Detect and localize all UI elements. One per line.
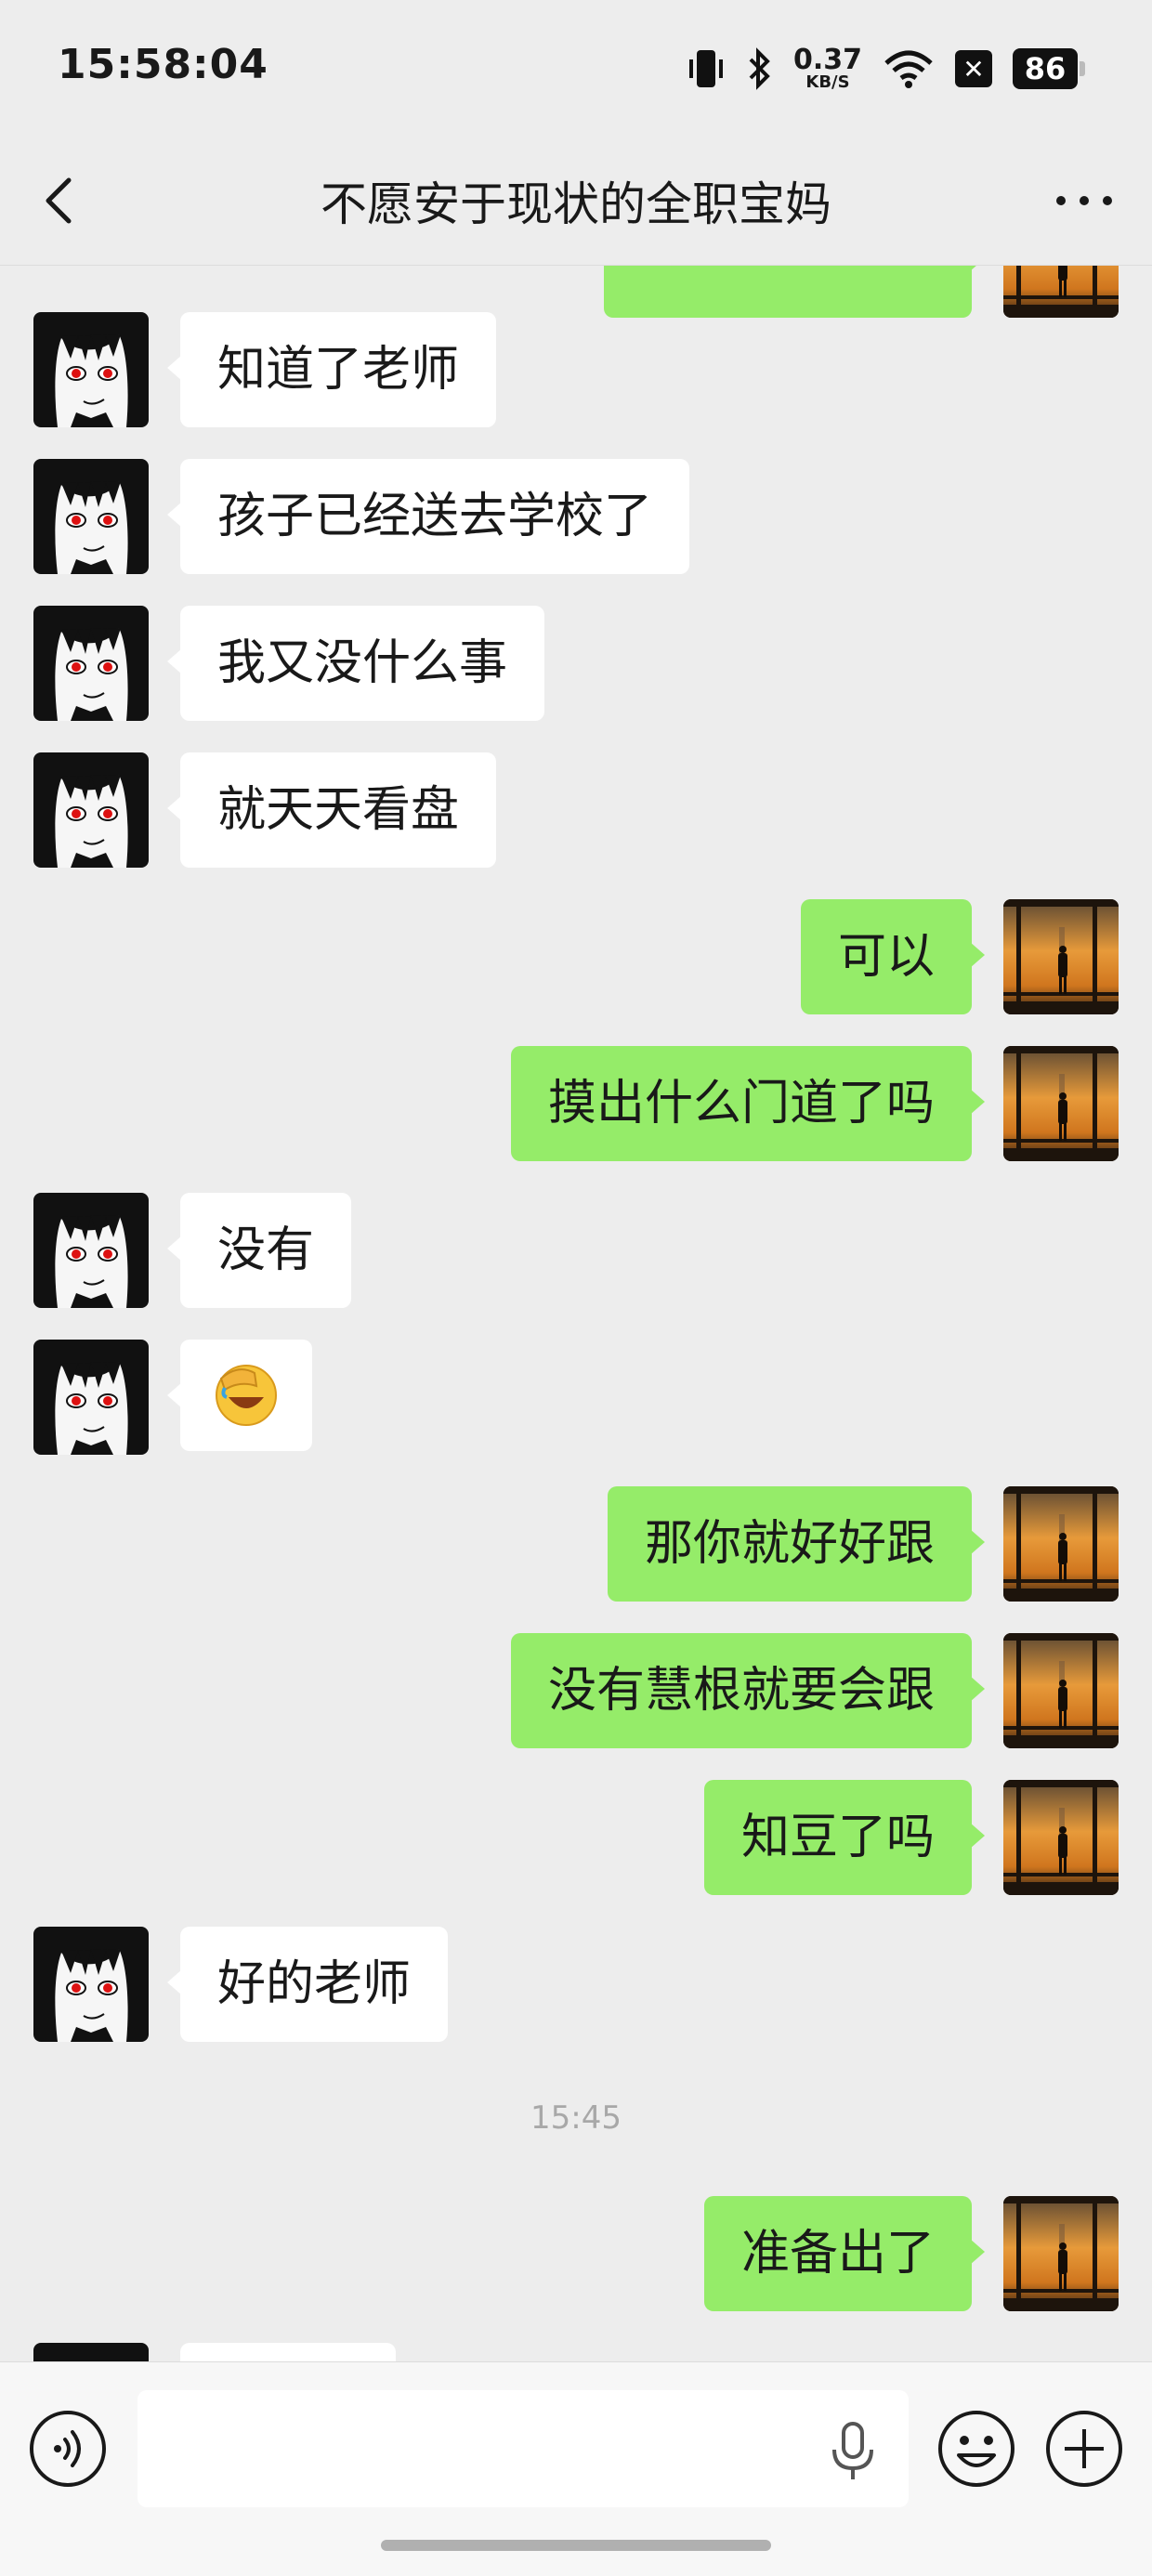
message-input[interactable] — [137, 2390, 909, 2507]
facepalm-emoji-icon — [216, 1365, 277, 1426]
more-dots-icon[interactable] — [1052, 173, 1117, 229]
plus-icon[interactable] — [1044, 2409, 1124, 2489]
contact-avatar[interactable] — [33, 312, 149, 427]
mic-icon[interactable] — [827, 2418, 879, 2483]
contact-avatar[interactable] — [33, 1193, 149, 1308]
message-row: 那你就好好跟 — [0, 1486, 1152, 1602]
message-row: 就天天看盘 — [0, 752, 1152, 868]
network-speed: 0.37 KB/S — [792, 44, 862, 92]
own-avatar[interactable] — [1003, 1486, 1119, 1602]
message-row: 孩子已经送去学校了 — [0, 459, 1152, 574]
message-row: 好的老师 — [0, 1927, 1152, 2042]
own-avatar[interactable] — [1003, 2196, 1119, 2311]
message-bubble[interactable]: 那你就好好跟 — [607, 1486, 986, 1602]
chat-header: 不愿安于现状的全职宝妈 — [0, 139, 1152, 266]
message-row-partial — [0, 266, 1152, 318]
message-row: 没有慧根就要会跟 — [0, 1633, 1152, 1748]
message-bubble[interactable]: 就天天看盘 — [166, 752, 497, 868]
contact-avatar[interactable] — [33, 1340, 149, 1455]
message-bubble[interactable]: 孩子已经送去学校了 — [166, 459, 690, 574]
message-row: 知道了老师 — [0, 312, 1152, 427]
message-bubble[interactable]: 知豆了吗 — [703, 1780, 986, 1895]
contact-avatar[interactable] — [33, 459, 149, 574]
message-bubble[interactable]: 摸出什么门道了吗 — [510, 1046, 986, 1161]
message-bubble[interactable]: 好的老师 — [166, 1927, 449, 2042]
message-row: 准备出了 — [0, 2196, 1152, 2311]
x-app-icon: ✕ — [955, 50, 992, 87]
chat-message-list[interactable]: 知道了老师 孩子已经送去学校了 我又没什么事 就天天看盘 可以 摸出什么门道了吗… — [0, 266, 1152, 2361]
message-bubble[interactable]: 准备出了 — [703, 2196, 986, 2311]
message-timestamp: 15:45 — [530, 2099, 622, 2137]
message-row: 没有 — [0, 1193, 1152, 1308]
status-bar: 15:58:04 0.37 KB/S ✕ 86 — [0, 0, 1152, 139]
status-time: 15:58:04 — [58, 41, 268, 88]
home-indicator[interactable] — [381, 2540, 771, 2551]
contact-avatar[interactable] — [33, 606, 149, 721]
own-avatar[interactable] — [1003, 1046, 1119, 1161]
message-row-partial — [0, 2343, 1152, 2361]
message-row: 可以 — [0, 899, 1152, 1014]
battery-icon: 86 — [1013, 48, 1085, 89]
own-avatar[interactable] — [1003, 1780, 1119, 1895]
message-bubble[interactable] — [180, 2343, 396, 2361]
message-bubble[interactable]: 我又没什么事 — [166, 606, 545, 721]
message-row: 知豆了吗 — [0, 1780, 1152, 1895]
contact-avatar[interactable] — [33, 752, 149, 868]
own-avatar[interactable] — [1003, 899, 1119, 1014]
contact-avatar[interactable] — [33, 1927, 149, 2042]
wifi-icon — [884, 50, 933, 88]
voice-icon[interactable] — [28, 2409, 108, 2489]
message-row: 我又没什么事 — [0, 606, 1152, 721]
emoji-icon[interactable] — [936, 2409, 1016, 2489]
message-bubble-emoji[interactable] — [167, 1340, 312, 1451]
own-avatar[interactable] — [1003, 266, 1119, 318]
message-bubble[interactable]: 没有 — [166, 1193, 352, 1308]
message-row: 摸出什么门道了吗 — [0, 1046, 1152, 1161]
message-bubble[interactable]: 没有慧根就要会跟 — [510, 1633, 986, 1748]
bluetooth-icon — [749, 47, 770, 90]
message-bubble[interactable]: 知道了老师 — [166, 312, 497, 427]
message-row — [0, 1340, 1152, 1455]
vibrate-icon — [688, 50, 723, 87]
contact-avatar[interactable] — [33, 2343, 149, 2361]
message-bubble[interactable] — [604, 266, 985, 318]
own-avatar[interactable] — [1003, 1633, 1119, 1748]
chat-title: 不愿安于现状的全职宝妈 — [321, 177, 831, 231]
message-bubble[interactable]: 可以 — [800, 899, 986, 1014]
status-icons: 0.37 KB/S ✕ 86 — [687, 41, 1085, 97]
